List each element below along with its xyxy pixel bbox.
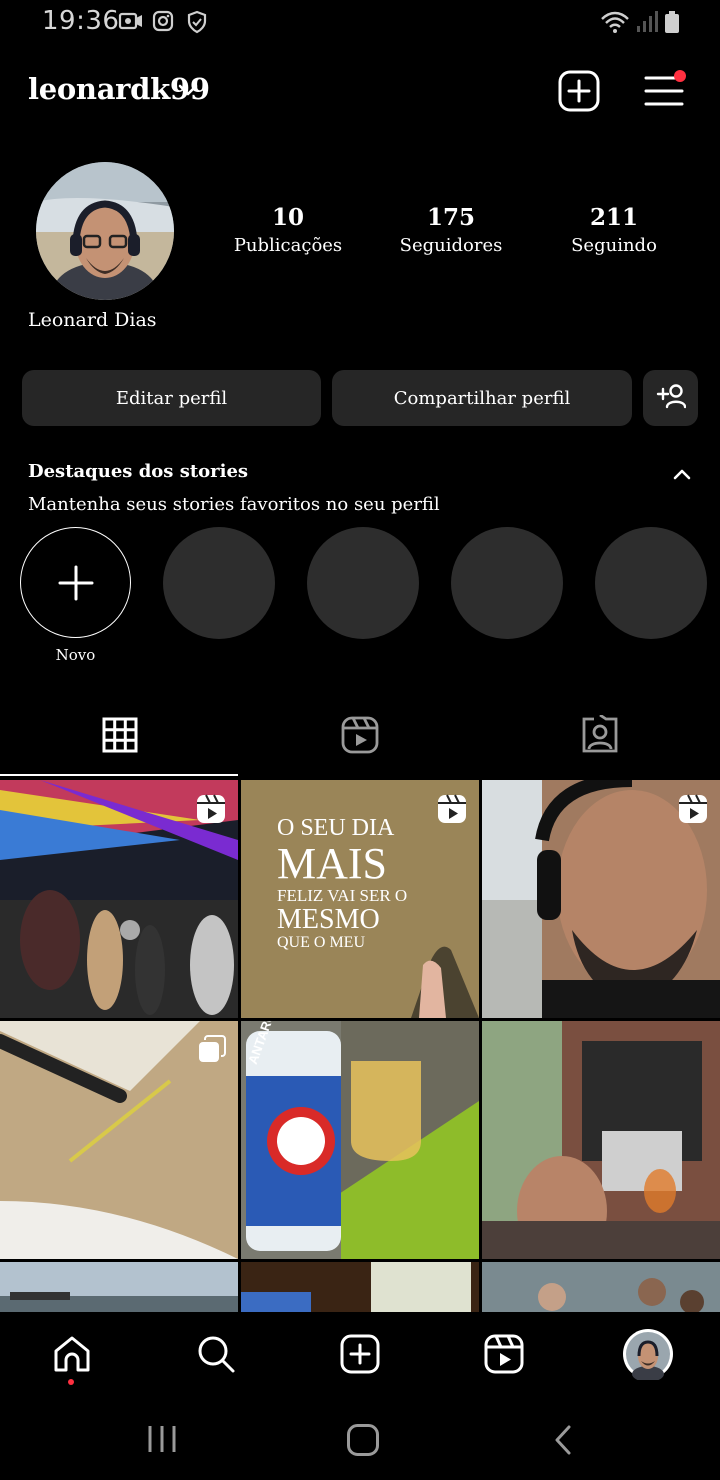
tagged-icon (580, 713, 620, 759)
highlight-placeholder (595, 527, 707, 639)
share-profile-button[interactable]: Compartilhar perfil (332, 370, 632, 426)
home-button-icon[interactable] (346, 1423, 380, 1461)
tile-text-line: MAIS (277, 839, 388, 889)
signal-icon (636, 10, 658, 38)
stat-label: Publicações (233, 235, 343, 256)
post-tile[interactable]: ANTARCTICA (241, 1021, 479, 1259)
post-tile[interactable] (241, 1262, 479, 1312)
create-plus-icon[interactable] (558, 70, 600, 112)
carousel-icon (198, 1035, 226, 1067)
system-nav (0, 1398, 720, 1480)
tab-indicator (0, 774, 238, 776)
battery-icon (664, 10, 680, 38)
shield-icon (186, 10, 208, 38)
stat-label: Seguindo (571, 235, 657, 256)
status-bar: 19:36 (0, 0, 720, 46)
reels-icon (484, 1334, 524, 1378)
nav-home[interactable] (42, 1326, 102, 1386)
home-notification-dot (68, 1379, 74, 1385)
screenshot-icon (118, 10, 144, 36)
highlight-placeholder (163, 527, 275, 639)
tile-text-line: FELIZ VAI SER O (277, 886, 408, 906)
tile-text-line: QUE O MEU (277, 933, 365, 951)
highlights-title: Destaques dos stories (28, 461, 249, 482)
stat-followers[interactable]: 175 Seguidores (381, 204, 521, 256)
stat-posts[interactable]: 10 Publicações (218, 204, 358, 256)
new-highlight-button[interactable] (20, 527, 131, 638)
discover-people-button[interactable] (643, 370, 698, 426)
search-icon (196, 1334, 236, 1378)
edit-profile-button[interactable]: Editar perfil (22, 370, 321, 426)
reels-icon (678, 794, 708, 828)
new-highlight-label: Novo (55, 646, 96, 664)
nav-search[interactable] (186, 1326, 246, 1386)
stat-label: Seguidores (399, 235, 503, 256)
stat-value: 10 (271, 204, 304, 231)
post-tile[interactable] (0, 780, 238, 1018)
instagram-icon (152, 10, 174, 36)
notification-badge (674, 70, 686, 82)
chevron-down-icon[interactable] (178, 82, 198, 101)
stat-value: 211 (589, 204, 638, 231)
nav-create[interactable] (330, 1326, 390, 1386)
reels-icon (196, 794, 226, 828)
plus-icon (58, 565, 94, 605)
highlight-placeholder (451, 527, 563, 639)
nav-profile[interactable] (618, 1326, 678, 1386)
post-tile[interactable] (482, 780, 720, 1018)
highlights-subtitle: Mantenha seus stories favoritos no seu p… (28, 494, 440, 515)
post-tile[interactable]: O SEU DIA MAIS FELIZ VAI SER O MESMO QUE… (241, 780, 479, 1018)
grid-icon (102, 717, 138, 757)
post-tile[interactable] (0, 1021, 238, 1259)
full-name: Leonard Dias (28, 309, 157, 331)
avatar[interactable] (36, 162, 174, 300)
chevron-up-icon[interactable] (673, 465, 691, 484)
tab-tagged[interactable] (480, 700, 720, 774)
back-icon[interactable] (553, 1424, 573, 1460)
stat-following[interactable]: 211 Seguindo (544, 204, 684, 256)
reels-icon (340, 715, 380, 759)
add-person-icon (656, 383, 686, 414)
tab-grid[interactable] (0, 700, 240, 774)
tab-reels[interactable] (240, 700, 480, 774)
post-tile[interactable] (482, 1262, 720, 1312)
wifi-icon (600, 10, 630, 38)
profile-avatar (622, 1328, 674, 1384)
tile-text-line: MESMO (277, 904, 380, 936)
tile-text-line: O SEU DIA (277, 815, 395, 841)
home-icon (52, 1334, 92, 1378)
post-tile[interactable] (0, 1262, 238, 1312)
highlight-placeholder (307, 527, 419, 639)
status-time: 19:36 (42, 6, 120, 36)
nav-reels[interactable] (474, 1326, 534, 1386)
post-tile[interactable] (482, 1021, 720, 1259)
create-icon (340, 1334, 380, 1378)
recents-icon[interactable] (146, 1424, 178, 1458)
reels-icon (437, 794, 467, 828)
stat-value: 175 (426, 204, 475, 231)
